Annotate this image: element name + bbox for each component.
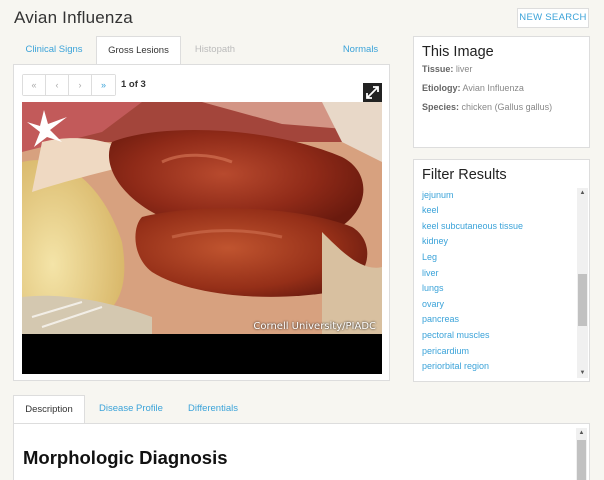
tab-histopath: Histopath [194,44,236,55]
etiology-row: Etiology: Avian Influenza [422,79,589,98]
tab-normals[interactable]: Normals [333,36,388,64]
filter-item-liver[interactable]: liver [422,266,572,282]
detail-tabs: Description Disease Profile Differential… [13,395,590,424]
tab-differentials[interactable]: Differentials [177,395,249,423]
etiology-value: Avian Influenza [462,83,524,93]
page-title: Avian Influenza [14,8,133,27]
species-row: Species: chicken (Gallus gallus) [422,98,589,117]
tissue-row: Tissue: liver [422,60,589,79]
tissue-value: liver [455,64,473,74]
morphologic-diagnosis-heading: Morphologic Diagnosis [23,447,228,468]
scroll-up-icon[interactable]: ▲ [576,428,587,438]
filter-item-keel-subcutaneous-tissue[interactable]: keel subcutaneous tissue [422,219,572,235]
image-pager: « ‹ › » [22,74,116,96]
tissue-label: Tissue: [422,64,454,74]
photo-credit: Cornell University/PIADC [253,321,376,332]
filter-scrollbar[interactable]: ▲ ▼ [577,188,588,378]
filter-item-pericardium[interactable]: pericardium [422,344,572,360]
scroll-up-icon[interactable]: ▲ [577,188,588,198]
etiology-label: Etiology: [422,83,461,93]
filter-item-keel[interactable]: keel [422,203,572,219]
filter-scroll-thumb[interactable] [578,274,587,326]
new-search-button[interactable]: NEW SEARCH [517,8,589,28]
filter-item-pectoral-muscles[interactable]: pectoral muscles [422,328,572,344]
filter-item-leg[interactable]: Leg [422,250,572,266]
description-scrollbar[interactable]: ▲ [576,428,587,480]
expand-icon[interactable] [363,83,382,102]
filter-item-pancreas[interactable]: pancreas [422,312,572,328]
prev-page-button[interactable]: ‹ [46,75,69,95]
image-viewer: « ‹ › » 1 of 3 Cornell University/PIADC [13,64,390,381]
description-panel: Morphologic Diagnosis ▲ [13,423,590,480]
next-page-button[interactable]: › [69,75,92,95]
this-image-panel: This Image Tissue: liver Etiology: Avian… [413,36,590,148]
filter-results-title: Filter Results [422,167,589,184]
description-scroll-thumb[interactable] [577,440,586,480]
filter-item-ovary[interactable]: ovary [422,297,572,313]
filter-results-panel: Filter Results intestine jejunum keel ke… [413,159,590,382]
filter-item-jejunum[interactable]: jejunum [422,188,572,204]
lesion-photo[interactable]: Cornell University/PIADC [22,102,382,374]
tab-disease-profile[interactable]: Disease Profile [85,395,177,423]
last-page-button[interactable]: » [92,75,115,95]
species-label: Species: [422,102,460,112]
filter-item-periorbital-region[interactable]: periorbital region [422,359,572,375]
scroll-down-icon[interactable]: ▼ [577,368,588,378]
filter-list: intestine jejunum keel keel subcutaneous… [422,174,572,375]
first-page-button[interactable]: « [23,75,46,95]
tab-clinical-signs[interactable]: Clinical Signs [13,36,95,64]
page-count: 1 of 3 [121,79,146,90]
this-image-title: This Image [422,44,494,60]
tab-description[interactable]: Description [13,395,85,424]
species-value: chicken (Gallus gallus) [461,102,553,112]
image-tabs: Clinical Signs Gross Lesions Histopath N… [13,36,390,65]
filter-item-kidney[interactable]: kidney [422,234,572,250]
filter-item-lungs[interactable]: lungs [422,281,572,297]
tab-gross-lesions[interactable]: Gross Lesions [96,36,181,65]
